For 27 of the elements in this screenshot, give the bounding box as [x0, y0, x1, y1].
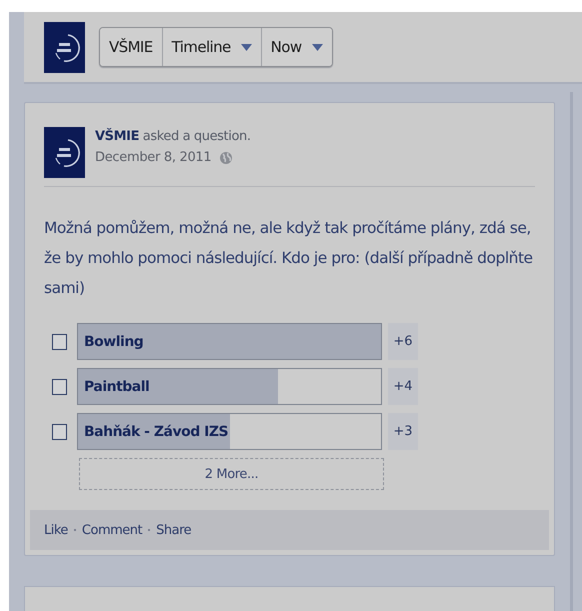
- option-label: Bowling: [83, 334, 144, 350]
- logo-icon: [44, 22, 85, 72]
- dropdown-button[interactable]: Now: [262, 28, 332, 66]
- vote-count[interactable]: +6: [388, 323, 418, 360]
- checkbox[interactable]: [52, 424, 67, 440]
- action-link[interactable]: Share: [156, 522, 192, 538]
- logo-icon: [44, 127, 85, 178]
- checkbox[interactable]: [52, 378, 67, 394]
- question-text: Možná pomůžem, možná ne, ale když tak pročítáme plány, zdá se, že by mohlo pomoci následující. Kdo je pro: (další případně doplňte sami): [44, 218, 534, 299]
- vote-bar[interactable]: Paintball: [77, 368, 382, 405]
- more-options-button[interactable]: 2 More...: [79, 458, 384, 490]
- vote-bar[interactable]: Bowling: [77, 323, 382, 360]
- option-label: Paintball: [83, 378, 150, 394]
- checkbox[interactable]: [52, 334, 67, 350]
- vote-count[interactable]: +3: [388, 413, 418, 450]
- dropdown-button[interactable]: Timeline: [162, 28, 262, 66]
- action-link[interactable]: Comment: [82, 522, 142, 538]
- option-label: Bahňák - Závod IZS: [83, 424, 228, 440]
- caret-icon: [240, 44, 252, 50]
- page-name-button[interactable]: VŠMIE: [100, 28, 163, 66]
- post-date[interactable]: December 8, 2011: [95, 150, 212, 165]
- globe-icon: [219, 150, 234, 164]
- vote-bar[interactable]: Bahňák - Závod IZS: [77, 413, 382, 450]
- post-author-line: VŠMIE asked a question.: [95, 129, 251, 144]
- caret-icon: [312, 44, 322, 50]
- action-link[interactable]: Like: [44, 522, 68, 538]
- vote-count[interactable]: +4: [388, 368, 418, 405]
